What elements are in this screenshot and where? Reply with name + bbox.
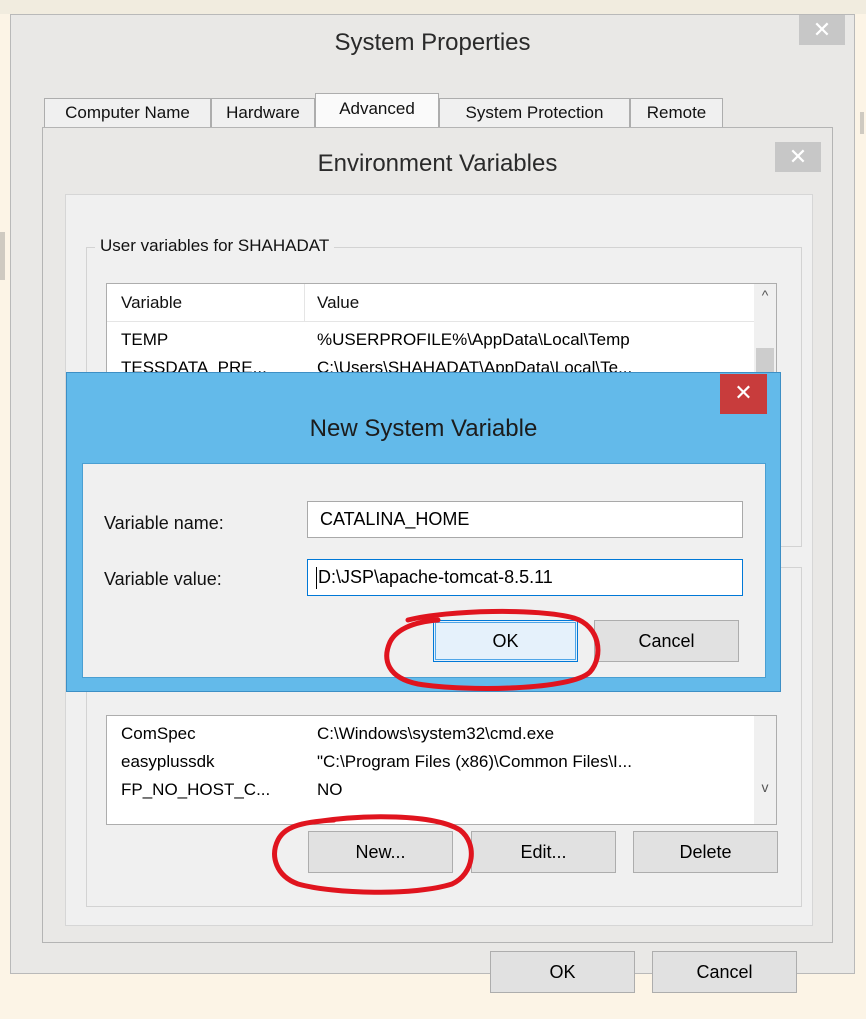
value-cell: C:\Windows\system32\cmd.exe <box>317 724 555 743</box>
variable-value-text: D:\JSP\apache-tomcat-8.5.11 <box>318 567 553 587</box>
table-row[interactable]: FP_NO_HOST_C... NO <box>107 776 754 804</box>
column-header-variable[interactable]: Variable <box>107 284 305 322</box>
value-cell: "C:\Program Files (x86)\Common Files\I..… <box>317 752 632 771</box>
tab-hardware[interactable]: Hardware <box>211 98 315 127</box>
system-properties-close-button[interactable]: ✕ <box>799 15 845 45</box>
new-variable-ok-button[interactable]: OK <box>433 620 578 662</box>
tab-remote[interactable]: Remote <box>630 98 723 127</box>
tab-computer-name[interactable]: Computer Name <box>44 98 211 127</box>
value-cell: %USERPROFILE%\AppData\Local\Temp <box>317 330 630 349</box>
tab-system-protection[interactable]: System Protection <box>439 98 630 127</box>
system-variables-scrollbar[interactable]: v <box>754 716 776 824</box>
close-icon[interactable]: ✕ <box>720 374 767 414</box>
environment-variables-close-button[interactable]: ✕ <box>775 142 821 172</box>
new-variable-button[interactable]: New... <box>308 831 453 873</box>
variable-cell: FP_NO_HOST_C... <box>121 780 271 799</box>
tab-advanced[interactable]: Advanced <box>315 93 439 128</box>
variable-value-field[interactable]: D:\JSP\apache-tomcat-8.5.11 <box>307 559 743 596</box>
value-cell: NO <box>317 780 343 799</box>
variable-cell: easyplussdk <box>121 752 215 771</box>
edit-variable-button[interactable]: Edit... <box>471 831 616 873</box>
variable-value-label: Variable value: <box>104 569 222 589</box>
new-system-variable-dialog: New System Variable ✕ Variable name: CAT… <box>66 372 781 692</box>
environment-cancel-button[interactable]: Cancel <box>652 951 797 993</box>
scroll-up-icon[interactable]: ^ <box>754 284 776 306</box>
scroll-down-icon[interactable]: v <box>754 776 776 798</box>
new-system-variable-title: New System Variable <box>309 415 538 442</box>
column-header-value[interactable]: Value <box>305 284 755 322</box>
new-variable-cancel-button[interactable]: Cancel <box>594 620 739 662</box>
new-system-variable-client: Variable name: CATALINA_HOME Variable va… <box>82 463 766 678</box>
environment-ok-button[interactable]: OK <box>490 951 635 993</box>
table-row[interactable]: TEMP %USERPROFILE%\AppData\Local\Temp <box>107 326 754 354</box>
background-edge-left <box>0 232 5 280</box>
delete-variable-button[interactable]: Delete <box>633 831 778 873</box>
table-row[interactable]: ComSpec C:\Windows\system32\cmd.exe <box>107 720 754 748</box>
background-edge-right <box>860 112 864 134</box>
table-row[interactable]: easyplussdk "C:\Program Files (x86)\Comm… <box>107 748 754 776</box>
variable-name-field[interactable]: CATALINA_HOME <box>307 501 743 538</box>
variable-cell: ComSpec <box>121 724 196 743</box>
environment-variables-title: Environment Variables <box>317 150 558 177</box>
system-variables-list[interactable]: ComSpec C:\Windows\system32\cmd.exe easy… <box>106 715 777 825</box>
variable-cell: TEMP <box>121 330 169 349</box>
user-variables-header: Variable Value <box>107 284 754 322</box>
variable-name-label: Variable name: <box>104 513 224 533</box>
text-caret <box>316 567 317 590</box>
system-properties-title: System Properties <box>334 29 531 56</box>
user-variables-label: User variables for SHAHADAT <box>95 236 335 256</box>
background-window-strip <box>0 0 866 14</box>
